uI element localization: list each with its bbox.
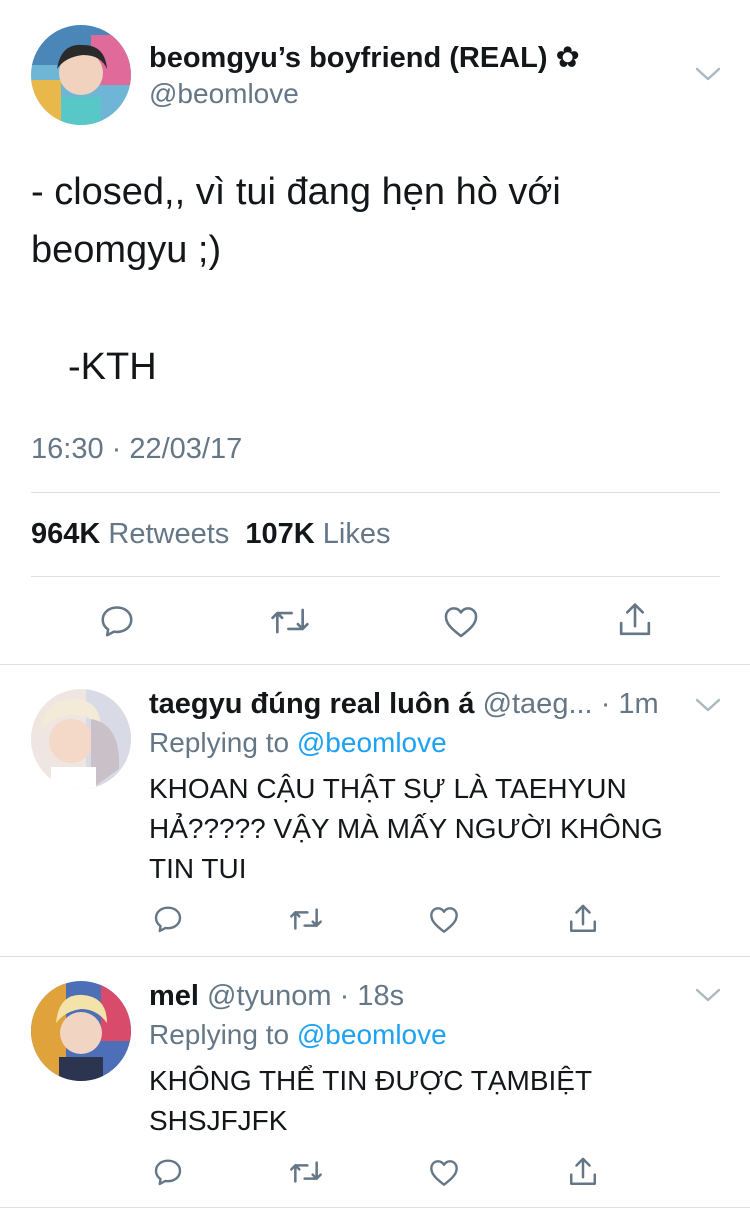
reply-header: taegyu đúng real luôn á @taeg... · 1m — [149, 688, 659, 721]
handle[interactable]: @taeg... — [483, 688, 593, 720]
engagement-stats: 964K Retweets 107K Likes — [31, 518, 391, 551]
reply-icon[interactable] — [96, 600, 138, 642]
handle[interactable]: @beomlove — [149, 78, 299, 110]
reply-icon[interactable] — [151, 902, 185, 936]
replying-prefix: Replying to — [149, 727, 290, 758]
reply-text: KHÔNG THỂ TIN ĐƯỢC TẠMBIỆT SHSJFJFK — [149, 1065, 592, 1136]
heart-icon[interactable] — [440, 600, 482, 642]
reply-header: mel @tyunom · 18s — [149, 980, 404, 1013]
replying-prefix: Replying to — [149, 1019, 290, 1050]
main-tweet: beomgyu’s boyfriend (REAL) ✿ @beomlove -… — [0, 0, 750, 665]
reply-icon[interactable] — [151, 1155, 185, 1189]
likes-count[interactable]: 107K — [245, 518, 314, 550]
reply-time[interactable]: · 1m — [601, 688, 659, 720]
replying-to: Replying to @beomlove — [149, 727, 447, 759]
tweet-signature: -KTH — [68, 346, 157, 388]
tweet-text: - closed,, vì tui đang hẹn hò với beomgy… — [31, 171, 572, 271]
reply-text: KHOAN CẬU THẬT SỰ LÀ TAEHYUN HẢ????? VẬY… — [149, 773, 663, 884]
reply-tweet[interactable]: taegyu đúng real luôn á @taeg... · 1m Re… — [0, 665, 750, 955]
avatar[interactable] — [31, 25, 131, 125]
avatar[interactable] — [31, 981, 131, 1081]
avatar[interactable] — [31, 689, 131, 789]
share-icon[interactable] — [566, 901, 600, 937]
retweets-count[interactable]: 964K — [31, 518, 100, 550]
retweets-label[interactable]: Retweets — [108, 518, 229, 550]
chevron-down-icon[interactable] — [695, 987, 721, 1003]
chevron-down-icon[interactable] — [695, 66, 721, 82]
mention-link[interactable]: @beomlove — [297, 1019, 447, 1050]
display-name[interactable]: mel — [149, 980, 199, 1012]
reply-tweet[interactable]: mel @tyunom · 18s Replying to @beomlove … — [0, 957, 750, 1207]
divider — [31, 492, 720, 493]
retweet-icon[interactable] — [287, 902, 325, 936]
heart-icon[interactable] — [427, 1156, 461, 1188]
retweet-icon[interactable] — [268, 600, 312, 642]
handle[interactable]: @tyunom — [207, 980, 332, 1012]
display-name[interactable]: beomgyu’s boyfriend (REAL) ✿ — [149, 40, 580, 75]
divider — [31, 576, 720, 577]
likes-label[interactable]: Likes — [323, 518, 391, 550]
retweet-icon[interactable] — [287, 1155, 325, 1189]
share-icon[interactable] — [614, 598, 656, 642]
chevron-down-icon[interactable] — [695, 697, 721, 713]
heart-icon[interactable] — [427, 903, 461, 935]
replying-to: Replying to @beomlove — [149, 1019, 447, 1051]
mention-link[interactable]: @beomlove — [297, 727, 447, 758]
separator — [0, 1207, 750, 1208]
share-icon[interactable] — [566, 1154, 600, 1190]
timestamp[interactable]: 16:30 · 22/03/17 — [31, 433, 242, 466]
reply-time[interactable]: · 18s — [340, 980, 404, 1012]
display-name[interactable]: taegyu đúng real luôn á — [149, 688, 475, 720]
